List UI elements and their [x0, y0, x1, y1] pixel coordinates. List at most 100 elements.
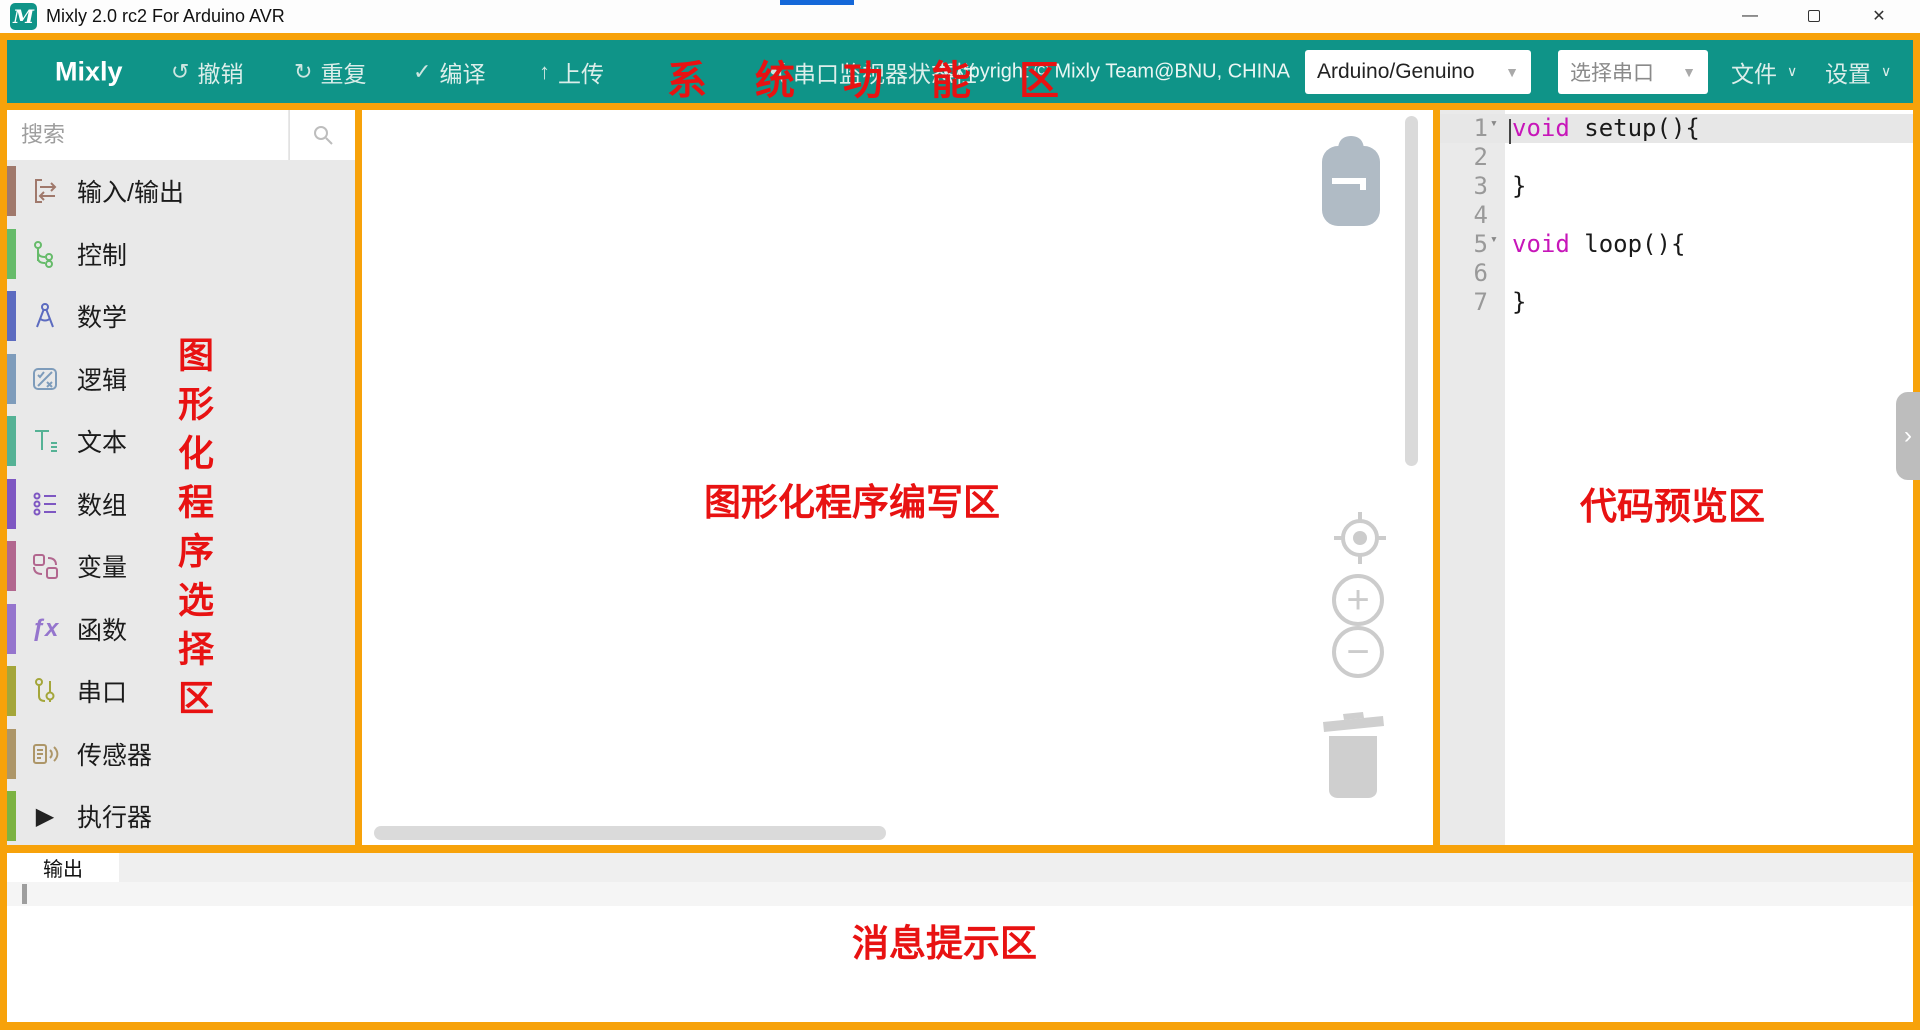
category-color-bar: [7, 604, 16, 654]
mixly-window: M Mixly 2.0 rc2 For Arduino AVR — ✕ Mixl…: [0, 0, 1920, 1030]
close-icon: ✕: [1872, 6, 1885, 26]
keyword: void: [1512, 114, 1570, 142]
line-number: 6: [1440, 259, 1488, 287]
zoom-reset-button[interactable]: [1330, 508, 1390, 568]
mixly-menu-button[interactable]: Mixly: [55, 56, 123, 87]
code-text: setup(){: [1570, 114, 1700, 142]
output-panel: 输出 消息提示区: [7, 853, 1913, 1022]
io-arrows-icon: [27, 173, 63, 209]
undo-icon: ↺: [171, 59, 189, 85]
code-line: 3 }: [1440, 172, 1913, 201]
top-blue-strip: [780, 0, 854, 5]
annotation-code-preview-area: 代码预览区: [1580, 476, 1765, 530]
fold-arrow-icon[interactable]: ▾: [1490, 116, 1498, 131]
upload-label: 上传: [558, 55, 604, 89]
line-number: 7: [1440, 288, 1488, 316]
file-menu[interactable]: 文件 ∨: [1731, 55, 1797, 89]
sidebar-item-sensor[interactable]: 传感器: [7, 723, 355, 786]
sidebar-item-input-output[interactable]: 输入/输出: [7, 160, 355, 223]
settings-menu-label: 设置: [1825, 55, 1871, 89]
check-icon: ✓: [413, 59, 431, 85]
sidebar-item-label: 执行器: [77, 798, 152, 834]
category-color-bar: [7, 791, 16, 841]
board-selector[interactable]: Arduino/Genuino ▼: [1305, 50, 1531, 94]
window-title: Mixly 2.0 rc2 For Arduino AVR: [46, 6, 285, 27]
close-button[interactable]: ✕: [1856, 0, 1902, 32]
sidebar-item-actuator[interactable]: ▶ 执行器: [7, 785, 355, 845]
line-number: 3: [1440, 172, 1488, 200]
redo-icon: ↻: [294, 59, 312, 85]
code-line: 4: [1440, 201, 1913, 230]
zoom-in-button[interactable]: +: [1332, 574, 1384, 626]
annotation-message-area: 消息提示区: [852, 913, 1037, 967]
line-number: 1: [1440, 114, 1488, 142]
mixly-logo-icon: M: [10, 3, 37, 30]
sensor-wave-icon: [27, 736, 63, 772]
code-line: 7 }: [1440, 288, 1913, 317]
block-workspace[interactable]: 图形化程序编写区 + −: [362, 110, 1433, 845]
titlebar: M Mixly 2.0 rc2 For Arduino AVR — ✕: [0, 0, 1920, 33]
fold-arrow-icon[interactable]: ▾: [1490, 232, 1498, 247]
search-input[interactable]: [7, 110, 288, 160]
search-icon: [311, 123, 335, 147]
category-color-bar: [7, 166, 16, 216]
category-color-bar: [7, 541, 16, 591]
block-category-sidebar: 输入/输出 控制 数学 逻辑: [7, 110, 355, 845]
search-row: [7, 110, 355, 160]
settings-menu[interactable]: 设置 ∨: [1825, 55, 1891, 89]
function-fx-icon: ƒx: [27, 611, 63, 647]
annotation-block-picker-area: 图形化程序选择区: [167, 336, 219, 728]
keyword: void: [1512, 230, 1570, 258]
sidebar-item-label: 传感器: [77, 736, 152, 772]
maximize-button[interactable]: [1791, 0, 1837, 32]
chevron-down-icon: ▼: [1505, 64, 1519, 80]
output-caret: [22, 884, 27, 904]
category-color-bar: [7, 729, 16, 779]
trash-icon[interactable]: [1315, 706, 1391, 800]
upload-button[interactable]: ↑ 上传: [539, 55, 604, 89]
redo-button[interactable]: ↻ 重复: [294, 55, 366, 89]
category-color-bar: [7, 354, 16, 404]
code-line: 5 ▾ void loop(){: [1440, 230, 1913, 259]
compile-button[interactable]: ✓ 编译: [413, 55, 485, 89]
math-compass-icon: [27, 298, 63, 334]
code-text: }: [1512, 172, 1526, 200]
panel-expander-handle[interactable]: ›: [1896, 392, 1920, 480]
redo-label: 重复: [320, 55, 366, 89]
port-selector[interactable]: 选择串口 ▼: [1558, 50, 1708, 94]
file-menu-label: 文件: [1731, 55, 1777, 89]
sidebar-item-label: 文本: [77, 423, 127, 459]
upload-icon: ↑: [539, 59, 550, 85]
sidebar-item-label: 逻辑: [77, 361, 127, 397]
array-list-icon: [27, 486, 63, 522]
undo-label: 撤销: [197, 55, 243, 89]
code-text: }: [1512, 288, 1526, 316]
sidebar-item-control[interactable]: 控制: [7, 223, 355, 286]
actuator-play-icon: ▶: [27, 798, 63, 834]
zoom-out-button[interactable]: −: [1332, 626, 1384, 678]
category-color-bar: [7, 229, 16, 279]
tab-output[interactable]: 输出: [7, 853, 119, 882]
vertical-scrollbar[interactable]: [1405, 116, 1418, 466]
horizontal-scrollbar[interactable]: [374, 826, 886, 840]
search-button[interactable]: [289, 110, 355, 160]
sidebar-item-label: 数组: [77, 486, 127, 522]
variable-swap-icon: [27, 548, 63, 584]
chevron-down-icon: ▼: [1682, 64, 1696, 80]
undo-button[interactable]: ↺ 撤销: [171, 55, 243, 89]
text-cursor: [1509, 119, 1511, 144]
annotation-block-editor-area: 图形化程序编写区: [704, 472, 1000, 526]
annotation-system-function-area: 系统功能区: [667, 48, 1107, 106]
chevron-down-icon: ∨: [1787, 63, 1797, 80]
output-tab-strip: 输出: [7, 853, 1913, 882]
code-line: 6: [1440, 259, 1913, 288]
category-color-bar: [7, 416, 16, 466]
sidebar-item-label: 控制: [77, 236, 127, 272]
port-selector-value: 选择串口: [1570, 57, 1654, 87]
compile-label: 编译: [439, 55, 485, 89]
backpack-icon[interactable]: [1314, 132, 1388, 230]
text-T-icon: [27, 423, 63, 459]
sidebar-item-label: 数学: [77, 298, 127, 334]
minimize-button[interactable]: —: [1727, 0, 1773, 32]
serial-plug-icon: [27, 673, 63, 709]
